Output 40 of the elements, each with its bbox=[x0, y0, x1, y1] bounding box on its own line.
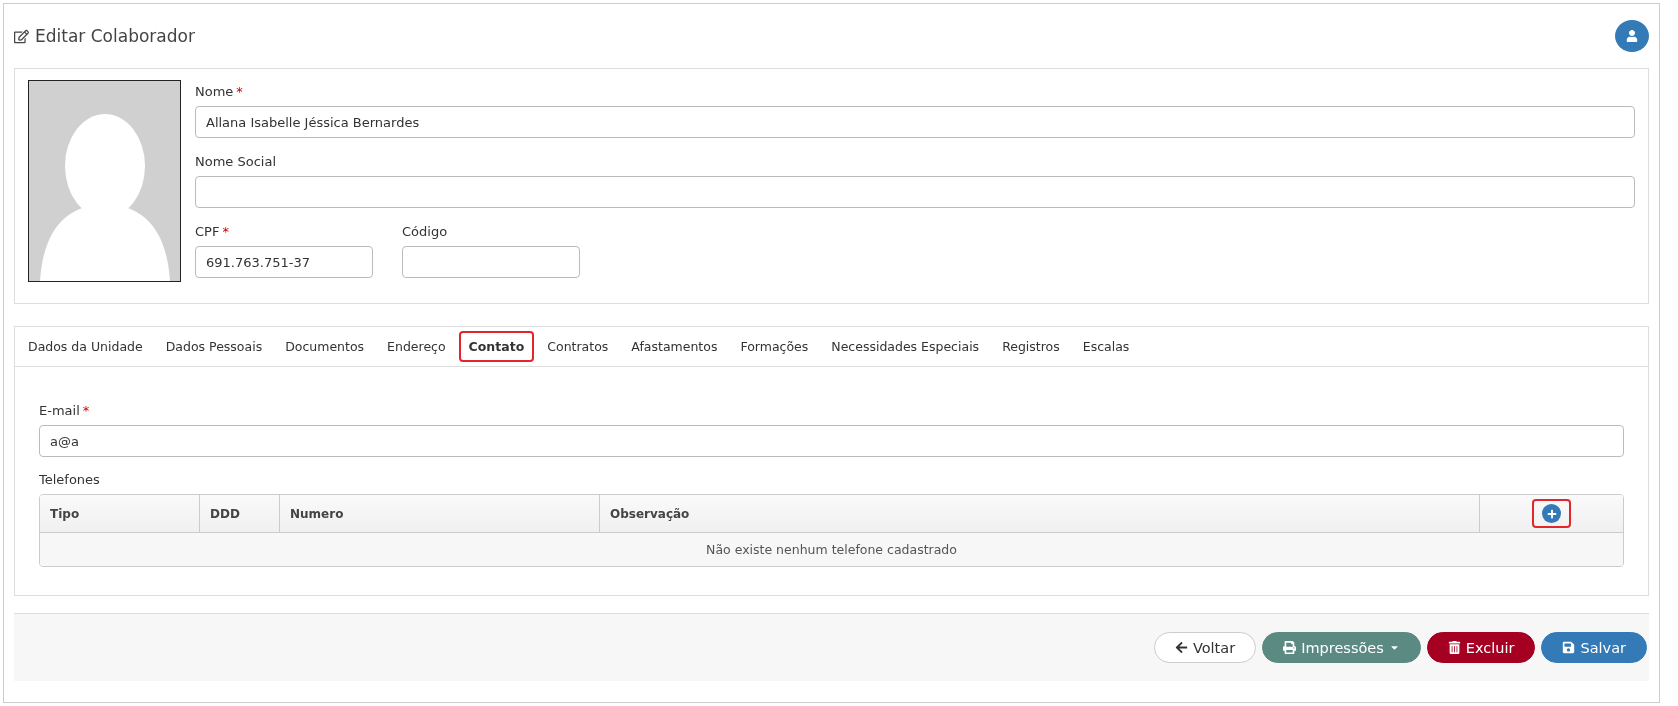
print-button[interactable]: Impressões bbox=[1262, 632, 1421, 663]
delete-button[interactable]: Excluir bbox=[1426, 632, 1536, 663]
field-label: Código bbox=[402, 224, 449, 239]
tab[interactable]: Afastamentos bbox=[621, 331, 728, 362]
empty-message: Não existe nenhum telefone cadastrado bbox=[40, 533, 1623, 566]
tab[interactable]: Contratos bbox=[537, 331, 619, 362]
field-label: Nome Social bbox=[195, 154, 277, 169]
user-button[interactable] bbox=[1615, 20, 1649, 52]
tab[interactable]: Endereço bbox=[377, 331, 456, 362]
field-label: E-mail * bbox=[39, 403, 91, 418]
arrow-left-icon bbox=[1174, 641, 1188, 654]
edit-icon bbox=[14, 28, 29, 44]
tab[interactable]: Documentos bbox=[275, 331, 375, 362]
field-label: Nome * bbox=[195, 84, 244, 99]
tab[interactable]: Registros bbox=[992, 331, 1070, 362]
email-field[interactable]: a@a bbox=[39, 425, 1624, 457]
column-header: DDD bbox=[200, 495, 280, 532]
printer-icon bbox=[1283, 641, 1297, 654]
section-label: Telefones bbox=[39, 472, 100, 487]
field-label: CPF * bbox=[195, 224, 230, 239]
plus-icon bbox=[1542, 504, 1561, 523]
tab[interactable]: Contato bbox=[458, 331, 535, 362]
column-header: Tipo bbox=[40, 495, 200, 532]
tab[interactable]: Formações bbox=[730, 331, 819, 362]
save-button[interactable]: Salvar bbox=[1541, 632, 1647, 663]
text-field[interactable]: 691.763.751-37 bbox=[195, 246, 373, 278]
page-title: Editar Colaborador bbox=[35, 26, 195, 46]
column-header: Observação bbox=[600, 495, 1480, 532]
tab[interactable]: Escalas bbox=[1072, 331, 1140, 362]
text-field[interactable]: Allana Isabelle Jéssica Bernardes bbox=[195, 106, 1635, 138]
column-header: Numero bbox=[280, 495, 600, 532]
add-button[interactable] bbox=[1532, 499, 1571, 528]
user-icon bbox=[1626, 30, 1638, 42]
tab[interactable]: Dados da Unidade bbox=[18, 331, 153, 362]
tab[interactable]: Necessidades Especiais bbox=[821, 331, 990, 362]
tab[interactable]: Dados Pessoais bbox=[155, 331, 273, 362]
back-button[interactable]: Voltar bbox=[1153, 632, 1257, 663]
trash-icon bbox=[1447, 641, 1461, 654]
text-field[interactable] bbox=[195, 176, 1635, 208]
text-field[interactable] bbox=[402, 246, 580, 278]
